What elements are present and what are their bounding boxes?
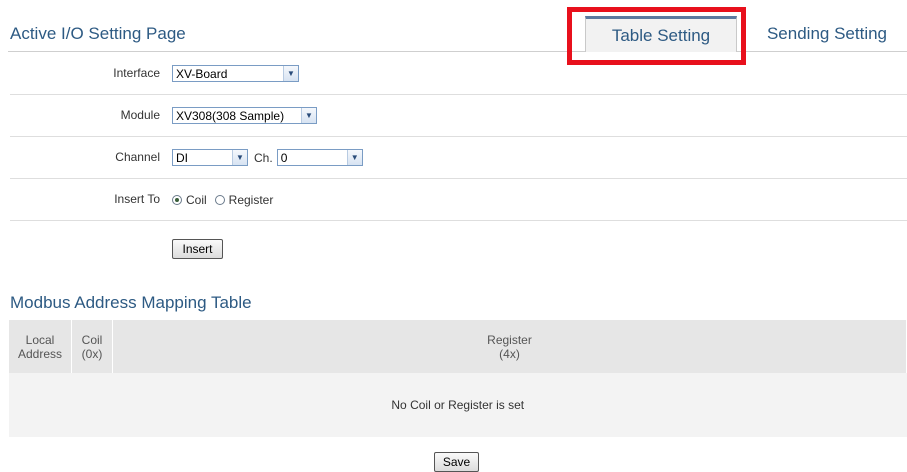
channel-number-label: Ch. bbox=[254, 150, 273, 165]
mapping-table: Local Address Coil (0x) Register (4x) No Co… bbox=[9, 320, 907, 437]
chevron-down-icon: ▼ bbox=[301, 108, 316, 123]
register-radio[interactable] bbox=[214, 194, 225, 205]
module-row: Module XV308(308 Sample) ▼ bbox=[10, 95, 907, 137]
column-header-coil: Coil (0x) bbox=[71, 320, 113, 373]
insert-to-row: Insert To Coil Register bbox=[10, 179, 907, 221]
interface-row: Interface XV-Board ▼ bbox=[10, 53, 907, 95]
empty-table-message: No Coil or Register is set bbox=[9, 373, 907, 437]
module-label: Module bbox=[120, 108, 160, 122]
interface-label: Interface bbox=[113, 66, 160, 80]
mapping-table-title: Modbus Address Mapping Table bbox=[10, 293, 252, 312]
tab-sending-setting[interactable]: Sending Setting bbox=[752, 16, 902, 52]
coil-radio[interactable] bbox=[172, 194, 182, 205]
interface-select[interactable]: XV-Board ▼ bbox=[172, 65, 299, 82]
insert-to-label: Insert To bbox=[114, 192, 160, 206]
tab-table-setting[interactable]: Table Setting bbox=[585, 16, 737, 52]
table-row: No Coil or Register is set bbox=[9, 373, 907, 437]
chevron-down-icon: ▼ bbox=[232, 150, 247, 165]
chevron-down-icon: ▼ bbox=[346, 150, 362, 165]
channel-row: Channel DI ▼ Ch. 0 ▼ bbox=[10, 137, 907, 179]
interface-select-value: XV-Board bbox=[176, 66, 228, 81]
channel-number-value: 0 bbox=[280, 150, 288, 165]
save-button[interactable]: Save bbox=[434, 452, 479, 472]
page-title: Active I/O Setting Page bbox=[10, 24, 186, 43]
insert-button[interactable]: Insert bbox=[172, 239, 223, 259]
module-select[interactable]: XV308(308 Sample) ▼ bbox=[172, 107, 317, 124]
insert-button-row: Insert bbox=[10, 221, 907, 267]
register-radio-label: Register bbox=[228, 192, 274, 207]
channel-type-value: DI bbox=[176, 150, 188, 165]
channel-type-select[interactable]: DI ▼ bbox=[172, 149, 248, 166]
column-header-register: Register (4x) bbox=[112, 320, 907, 373]
chevron-down-icon: ▼ bbox=[283, 66, 298, 81]
column-header-local-address: Local Address bbox=[9, 320, 72, 373]
channel-label: Channel bbox=[115, 150, 160, 164]
module-select-value: XV308(308 Sample) bbox=[176, 108, 285, 123]
channel-number-select[interactable]: 0 ▼ bbox=[276, 149, 363, 166]
coil-radio-label: Coil bbox=[186, 192, 207, 207]
